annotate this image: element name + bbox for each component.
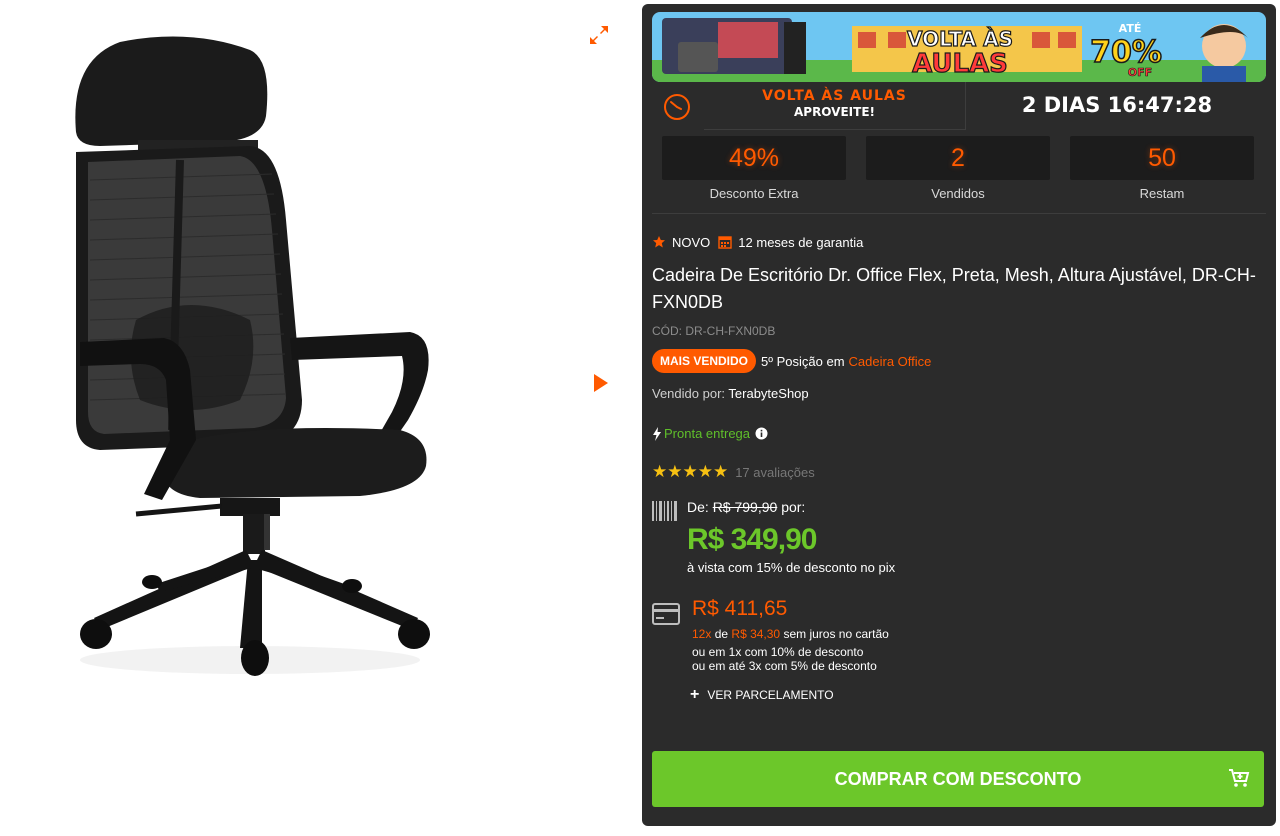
promo-banner[interactable]: VOLTA ÀS AULAS ATÉ 70% OFF [652, 12, 1266, 82]
countdown-title: VOLTA ÀS AULAS [762, 88, 907, 104]
banner-promo-prefix: ATÉ [1119, 22, 1142, 35]
product-info-panel: VOLTA ÀS AULAS ATÉ 70% OFF VOLTA ÀS AULA… [642, 4, 1276, 826]
pix-price: R$ 349,90 [687, 523, 817, 556]
stat-label: Restam [1139, 186, 1185, 201]
old-price: R$ 799,90 [712, 499, 778, 515]
countdown-subtitle: APROVEITE! [793, 105, 875, 119]
card-price: R$ 411,65 [692, 597, 788, 620]
seller-row: Vendido por: TerabyteShop [652, 386, 809, 401]
clock-icon [664, 94, 690, 120]
product-title: Cadeira De Escritório Dr. Office Flex, P… [652, 265, 1256, 312]
pix-note: à vista com 15% de desconto no pix [687, 560, 896, 575]
bestseller-badge: MAIS VENDIDO [652, 349, 757, 373]
installment-value: R$ 34,30 [731, 627, 781, 641]
product-sku: CÓD: DR-CH-FXN0DB [652, 324, 776, 338]
see-installments-link[interactable]: + VER PARCELAMENTO [690, 686, 834, 704]
card-option-2: ou em até 3x com 5% de desconto [692, 659, 877, 673]
product-badges: NOVO 12 meses de garantia [652, 232, 863, 252]
category-link[interactable]: Cadeira Office [849, 354, 932, 369]
barcode-icon [652, 501, 677, 521]
credit-card-icon [652, 603, 680, 625]
seller-name: TerabyteShop [728, 386, 809, 401]
stat-label: Desconto Extra [709, 186, 799, 201]
for-label: por: [781, 499, 806, 515]
stat-extra-discount: 49% Desconto Extra [662, 136, 846, 201]
warranty-info: 12 meses de garantia [718, 235, 863, 250]
condition-badge: NOVO [672, 234, 711, 250]
banner-line1: VOLTA ÀS [907, 27, 1013, 51]
lightning-icon [653, 426, 661, 441]
expand-icon[interactable] [588, 24, 610, 46]
next-arrow-icon[interactable] [592, 372, 610, 394]
info-icon[interactable] [755, 427, 768, 440]
rating-row: ★★★★★ 17 avaliações [652, 462, 815, 482]
ranking-text: 5º Posição em [761, 353, 845, 369]
countdown-label: VOLTA ÀS AULAS APROVEITE! [704, 82, 966, 130]
countdown-timer: 2 DIAS 16:47:28 [1021, 93, 1213, 117]
card-option-1: ou em 1x com 10% de desconto [692, 645, 864, 659]
seller-prefix: Vendido por: [652, 386, 726, 401]
price-from: De: R$ 799,90 por: [687, 499, 805, 515]
stat-remaining: 50 Restam [1070, 136, 1254, 201]
banner-line2: AULAS [912, 49, 1008, 79]
warranty-label: 12 meses de garantia [738, 234, 864, 250]
stat-value: 50 [1070, 136, 1254, 180]
divider [652, 213, 1266, 214]
see-installments-label: VER PARCELAMENTO [707, 688, 834, 702]
buy-button-label: COMPRAR COM DESCONTO [834, 769, 1082, 789]
deal-stats: 49% Desconto Extra 2 Vendidos 50 Restam [662, 136, 1256, 210]
from-label: De: [687, 499, 709, 515]
banner-promo-suffix: OFF [1128, 66, 1152, 79]
bestseller-row: MAIS VENDIDO 5º Posição em Cadeira Offic… [652, 349, 931, 373]
availability-row: Pronta entrega [652, 426, 770, 441]
stat-value: 2 [866, 136, 1050, 180]
stat-label: Vendidos [931, 186, 985, 201]
reviews-link[interactable]: 17 avaliações [735, 465, 815, 480]
countdown-row: VOLTA ÀS AULAS APROVEITE! 2 DIAS 16:47:2… [652, 82, 1266, 132]
stat-sold: 2 Vendidos [866, 136, 1050, 201]
star-icon [653, 236, 665, 248]
product-page: VOLTA ÀS AULAS ATÉ 70% OFF VOLTA ÀS AULA… [0, 0, 1280, 836]
installments-of: de [714, 627, 729, 641]
plus-icon: + [690, 686, 700, 703]
buy-button[interactable]: COMPRAR COM DESCONTO [652, 751, 1264, 807]
availability-label: Pronta entrega [664, 426, 751, 441]
stat-value: 49% [662, 136, 846, 180]
installments-note: sem juros no cartão [783, 627, 889, 641]
banner-promo-value: 70% [1090, 35, 1162, 70]
calendar-icon [718, 236, 732, 249]
installments-count: 12x [692, 627, 712, 641]
rating-stars: ★★★★★ [652, 462, 729, 481]
installments: 12x de R$ 34,30 sem juros no cartão [692, 627, 889, 641]
product-image[interactable] [40, 20, 480, 700]
cart-icon [1229, 769, 1250, 787]
